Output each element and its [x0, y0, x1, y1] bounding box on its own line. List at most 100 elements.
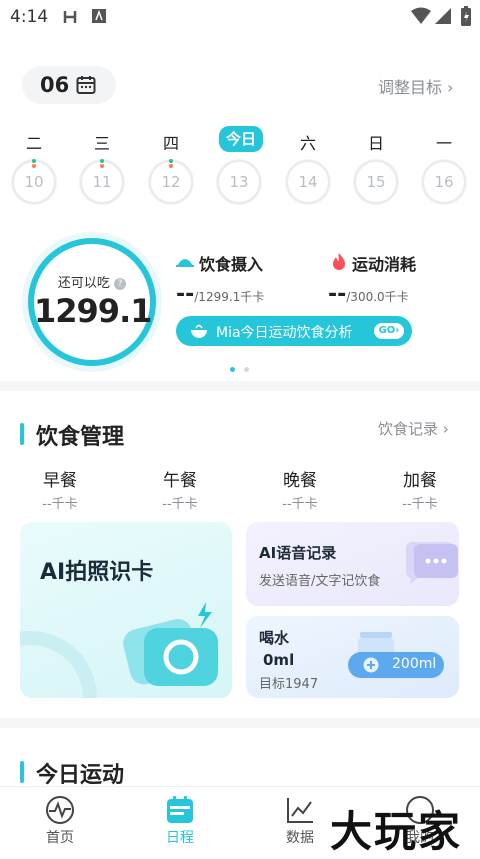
diet-title: 饮食管理 [36, 425, 125, 450]
day-number: 13 [229, 173, 249, 191]
meal-name: 晚餐 [283, 471, 317, 491]
add-water-label: 200ml [392, 656, 437, 672]
status-dot [32, 159, 36, 163]
day-ring-11[interactable]: 11 [80, 159, 124, 204]
add-water-button[interactable]: 200ml [348, 652, 444, 678]
voice-subtitle: 发送语音/文字记饮食 [259, 574, 381, 589]
day-number: 11 [92, 173, 112, 191]
pulse-icon [46, 796, 74, 824]
section-divider [0, 381, 480, 391]
pager-dot [244, 367, 249, 372]
day-ring-15[interactable]: 15 [354, 160, 398, 204]
status-time: 4:14 [10, 7, 49, 27]
intake-target: /1299.1千卡 [194, 290, 265, 304]
help-icon[interactable]: ? [114, 278, 127, 290]
pager-dot-active [230, 367, 235, 372]
status-dot [169, 164, 173, 168]
weekday-label: 一 [435, 134, 452, 153]
sync-icon [63, 11, 77, 23]
calendar-icon [76, 76, 96, 94]
mia-label: Mia今日运动饮食分析 [216, 325, 353, 341]
weekday-label: 六 [299, 134, 316, 153]
water-amount: 0ml [263, 651, 295, 669]
date-selector[interactable]: 06 [22, 66, 116, 104]
watermark-text: 大玩家 [330, 807, 463, 856]
section-accent-bar [20, 761, 24, 783]
battery-icon [461, 6, 471, 26]
weekday-label: 四 [162, 134, 179, 153]
meal-kcal: --千卡 [42, 497, 78, 512]
voice-title: AI语音记录 [259, 544, 337, 562]
diet-record-link[interactable]: 饮食记录 › [378, 418, 449, 439]
today-pill[interactable]: 今日 [219, 126, 263, 152]
current-date: 06 [40, 73, 70, 97]
meal-snack[interactable]: 加餐 --千卡 [380, 466, 460, 512]
flame-icon [333, 253, 345, 270]
ai-photo-card[interactable]: AI拍照识卡 [20, 522, 232, 698]
intake-value: -- [176, 282, 195, 307]
meal-kcal: --千卡 [282, 497, 318, 512]
burn-title: 运动消耗 [352, 255, 417, 274]
intake-title: 饮食摄入 [199, 255, 264, 274]
nav-data[interactable]: 数据 [260, 795, 340, 847]
section-divider [0, 718, 480, 728]
chevron-right-icon: › [447, 78, 454, 97]
plus-circle-icon [363, 657, 379, 673]
wifi-icon [411, 7, 431, 24]
diet-record-label: 饮食记录 [378, 420, 439, 438]
water-goal: 目标1947 [259, 677, 319, 692]
burn-stat: --/300.0千卡 [328, 282, 409, 307]
burn-target: /300.0千卡 [346, 290, 409, 304]
status-dot [100, 159, 104, 163]
camera-icon [123, 602, 218, 686]
chevron-right-icon: › [442, 420, 449, 438]
meal-breakfast[interactable]: 早餐 --千卡 [20, 466, 100, 512]
day-ring-14[interactable]: 14 [286, 160, 330, 204]
remaining-caption-text: 还可以吃 [57, 276, 110, 291]
app-notification-icon [92, 9, 106, 23]
meal-name: 午餐 [163, 471, 197, 491]
day-number: 10 [24, 173, 44, 191]
adjust-goal-label: 调整目标 [378, 78, 443, 97]
day-number: 14 [298, 173, 318, 191]
go-text: GO [378, 325, 396, 336]
adjust-goal-link[interactable]: 调整目标 › [378, 74, 454, 98]
meal-dinner[interactable]: 晚餐 --千卡 [260, 466, 340, 512]
nav-schedule-label: 日程 [166, 830, 194, 846]
nav-schedule[interactable]: 日程 [140, 795, 220, 847]
exercise-title: 今日运动 [36, 763, 125, 788]
day-number: 12 [161, 173, 181, 191]
day-ring-13[interactable]: 13 [217, 160, 261, 204]
meal-name: 早餐 [43, 471, 77, 491]
meal-kcal: --千卡 [402, 497, 438, 512]
section-accent-bar [20, 423, 24, 445]
bowl-icon [191, 324, 207, 338]
nav-home[interactable]: 首页 [20, 795, 100, 847]
day-ring-16[interactable]: 16 [422, 160, 466, 204]
decor-arc [20, 631, 97, 698]
remaining-value: 1299.1 [34, 292, 152, 330]
day-number: 15 [366, 173, 386, 191]
chat-bubble-icon [406, 542, 458, 584]
day-number: 16 [434, 173, 454, 191]
go-badge: GO› [374, 323, 404, 339]
food-cover-icon [176, 259, 194, 267]
weekday-label: 三 [93, 134, 110, 153]
status-dot [32, 164, 36, 168]
meal-kcal: --千卡 [162, 497, 198, 512]
water-title: 喝水 [259, 629, 290, 647]
weekday-label: 二 [25, 134, 42, 153]
intake-stat: --/1299.1千卡 [176, 282, 264, 307]
line-chart-icon [287, 798, 313, 823]
nav-data-label: 数据 [286, 830, 314, 846]
signal-icon [435, 8, 451, 24]
mia-analysis-button[interactable]: Mia今日运动饮食分析 GO› [176, 316, 412, 346]
status-bar: 4:14 [0, 0, 480, 34]
nav-home-label: 首页 [46, 830, 74, 846]
day-ring-12[interactable]: 12 [149, 159, 193, 204]
day-ring-10[interactable]: 10 [12, 159, 56, 204]
meal-name: 加餐 [403, 471, 437, 491]
meal-lunch[interactable]: 午餐 --千卡 [140, 466, 220, 512]
remaining-calories-ring[interactable]: 还可以吃 ? 1299.1 [28, 238, 156, 366]
ai-voice-card[interactable]: AI语音记录 发送语音/文字记饮食 [246, 522, 459, 606]
